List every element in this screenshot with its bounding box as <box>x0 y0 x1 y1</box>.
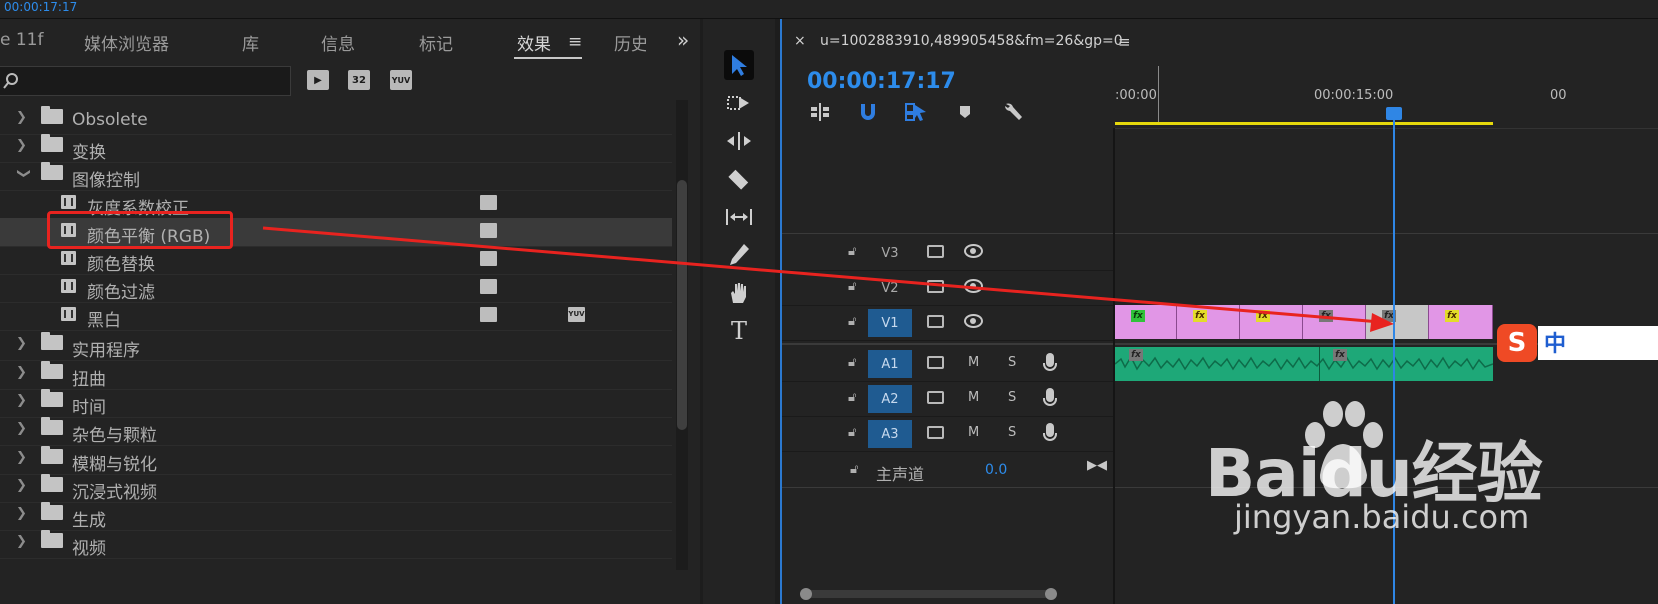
scroll-handle-left[interactable] <box>800 588 812 600</box>
watermark-url: jingyan.baidu.com <box>1234 498 1530 536</box>
ime-mode-indicator[interactable]: 中 <box>1538 326 1658 360</box>
scroll-handle-right[interactable] <box>1045 588 1057 600</box>
ime-logo[interactable]: S <box>1497 324 1537 362</box>
timeline-zoom-scrollbar[interactable] <box>800 590 1055 598</box>
